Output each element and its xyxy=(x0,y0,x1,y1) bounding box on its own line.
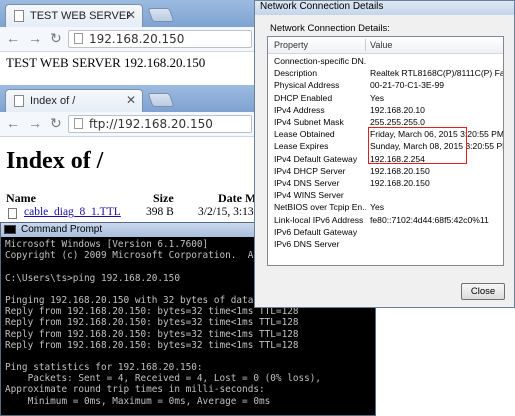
value-cell: Realtek RTL8168C(P)/8111C(P) Family P xyxy=(370,68,503,79)
reload-icon[interactable]: ↻ xyxy=(50,30,62,47)
dialog-title-bar[interactable]: Network Connection Details xyxy=(255,1,514,15)
page-icon xyxy=(14,95,24,107)
file-size: 398 B xyxy=(146,206,174,218)
address-bar[interactable]: ftp://192.168.20.150 xyxy=(68,115,252,133)
property-cell: IPv4 Subnet Mask xyxy=(274,117,344,127)
back-arrow-icon[interactable]: ← xyxy=(6,115,20,131)
file-icon xyxy=(8,208,17,219)
value-cell: Yes xyxy=(370,92,385,103)
property-cell: Link-local IPv6 Address xyxy=(274,214,364,225)
address-bar[interactable]: 192.168.20.150 xyxy=(68,30,252,48)
index-heading: Index of / xyxy=(6,148,104,174)
column-header-property[interactable]: Property xyxy=(274,40,308,50)
value-cell: 00-21-70-C1-3E-99 xyxy=(370,80,445,91)
details-row[interactable]: IPv6 DNS Server xyxy=(268,239,503,251)
page-icon xyxy=(74,118,83,129)
property-cell: DHCP Enabled xyxy=(274,92,333,103)
property-cell: IPv4 WINS Server xyxy=(274,190,344,201)
details-row[interactable]: IPv6 Default Gateway xyxy=(268,226,503,239)
value-cell: 255.255.255.0 xyxy=(370,117,425,127)
console-icon xyxy=(4,225,16,234)
details-row[interactable]: IPv4 DHCP Server 192.168.20.150 xyxy=(268,165,503,178)
reload-icon[interactable]: ↻ xyxy=(50,115,62,132)
list-header: Property Value xyxy=(268,37,503,54)
details-row[interactable]: Physical Address 00-21-70-C1-3E-99 xyxy=(268,80,503,92)
details-row[interactable]: Description Realtek RTL8168C(P)/8111C(P) … xyxy=(268,68,503,80)
property-cell: IPv4 DHCP Server xyxy=(274,165,346,176)
column-header-value[interactable]: Value xyxy=(370,40,392,50)
network-details-dialog: Network Connection Details Network Conne… xyxy=(254,0,515,308)
console-line: Approximate round trip times in milli-se… xyxy=(5,384,265,396)
property-cell: IPv4 DNS Server xyxy=(274,178,340,188)
details-row[interactable]: NetBIOS over Tcpip En... Yes xyxy=(268,202,503,214)
tab-title: Index of / xyxy=(30,95,76,107)
url-text: ftp://192.168.20.150 xyxy=(89,117,213,131)
details-list[interactable]: Property Value Connection-specific DN...… xyxy=(267,36,504,266)
console-line: Reply from 192.168.20.150: bytes=32 time… xyxy=(5,339,299,351)
cmd-title: Command Prompt xyxy=(21,224,103,235)
details-row[interactable]: IPv4 DNS Server 192.168.20.150 xyxy=(268,178,503,190)
column-header-size: Size xyxy=(153,191,174,205)
file-date: 3/2/15, 3:13 xyxy=(198,206,254,218)
property-cell: Connection-specific DN... xyxy=(274,56,366,66)
details-label: Network Connection Details: xyxy=(270,23,390,34)
dialog-title: Network Connection Details xyxy=(260,1,384,12)
highlight-box xyxy=(368,127,467,164)
value-cell: fe80::7102:4d44:68f5:42c0%11 xyxy=(370,214,489,225)
file-link[interactable]: cable_diag_8_1.TTL xyxy=(24,206,121,218)
close-button[interactable]: Close xyxy=(461,283,505,300)
value-cell: Yes xyxy=(370,202,385,213)
details-row[interactable]: Connection-specific DN... xyxy=(268,56,503,68)
details-row[interactable]: IPv4 WINS Server xyxy=(268,190,503,202)
page-icon xyxy=(14,10,24,22)
value-cell: 192.168.20.150 xyxy=(370,178,430,188)
property-cell: NetBIOS over Tcpip En... xyxy=(274,202,366,213)
url-text: 192.168.20.150 xyxy=(89,32,185,46)
property-cell: IPv4 Address xyxy=(274,104,325,115)
console-line: Ping statistics for 192.168.20.150: xyxy=(5,362,203,374)
property-cell: IPv6 Default Gateway xyxy=(274,226,358,237)
value-cell: 192.168.20.150 xyxy=(370,165,430,176)
new-tab-button[interactable] xyxy=(147,8,175,22)
back-arrow-icon[interactable]: ← xyxy=(6,30,20,46)
details-row[interactable]: Link-local IPv6 Address fe80::7102:4d44:6… xyxy=(268,214,503,227)
details-row[interactable]: DHCP Enabled Yes xyxy=(268,92,503,105)
property-cell: IPv4 Default Gateway xyxy=(274,153,358,164)
console-line: Minimum = 0ms, Maximum = 0ms, Average = … xyxy=(5,395,271,407)
page-content-text: TEST WEB SERVER 192.168.20.150 xyxy=(6,55,206,70)
close-tab-icon[interactable]: ✕ xyxy=(126,93,136,107)
tab-title: TEST WEB SERVER 192.16 xyxy=(30,10,130,22)
browser-tab[interactable]: Index of / ✕ xyxy=(5,89,143,112)
console-line: Reply from 192.168.20.150: bytes=32 time… xyxy=(5,317,299,329)
console-line: Packets: Sent = 4, Received = 4, Lost = … xyxy=(5,373,322,385)
column-header-name: Name xyxy=(6,191,36,205)
page-icon xyxy=(74,33,83,44)
forward-arrow-icon[interactable]: → xyxy=(28,30,42,46)
browser-tab[interactable]: TEST WEB SERVER 192.16 ✕ xyxy=(5,4,143,27)
property-cell: IPv6 DNS Server xyxy=(274,239,340,249)
close-tab-icon[interactable]: ✕ xyxy=(126,8,136,22)
property-cell: Lease Expires xyxy=(274,141,329,152)
property-cell: Description xyxy=(274,68,317,79)
column-header-date: Date M xyxy=(218,191,257,205)
new-tab-button[interactable] xyxy=(147,93,175,107)
property-cell: Lease Obtained xyxy=(274,129,335,140)
details-row[interactable]: IPv4 Address 192.168.20.10 xyxy=(268,104,503,117)
property-cell: Physical Address xyxy=(274,80,340,91)
console-line: Reply from 192.168.20.150: bytes=32 time… xyxy=(5,328,299,340)
value-cell: 192.168.20.10 xyxy=(370,104,425,115)
forward-arrow-icon[interactable]: → xyxy=(28,115,42,131)
column-divider[interactable] xyxy=(365,39,366,51)
